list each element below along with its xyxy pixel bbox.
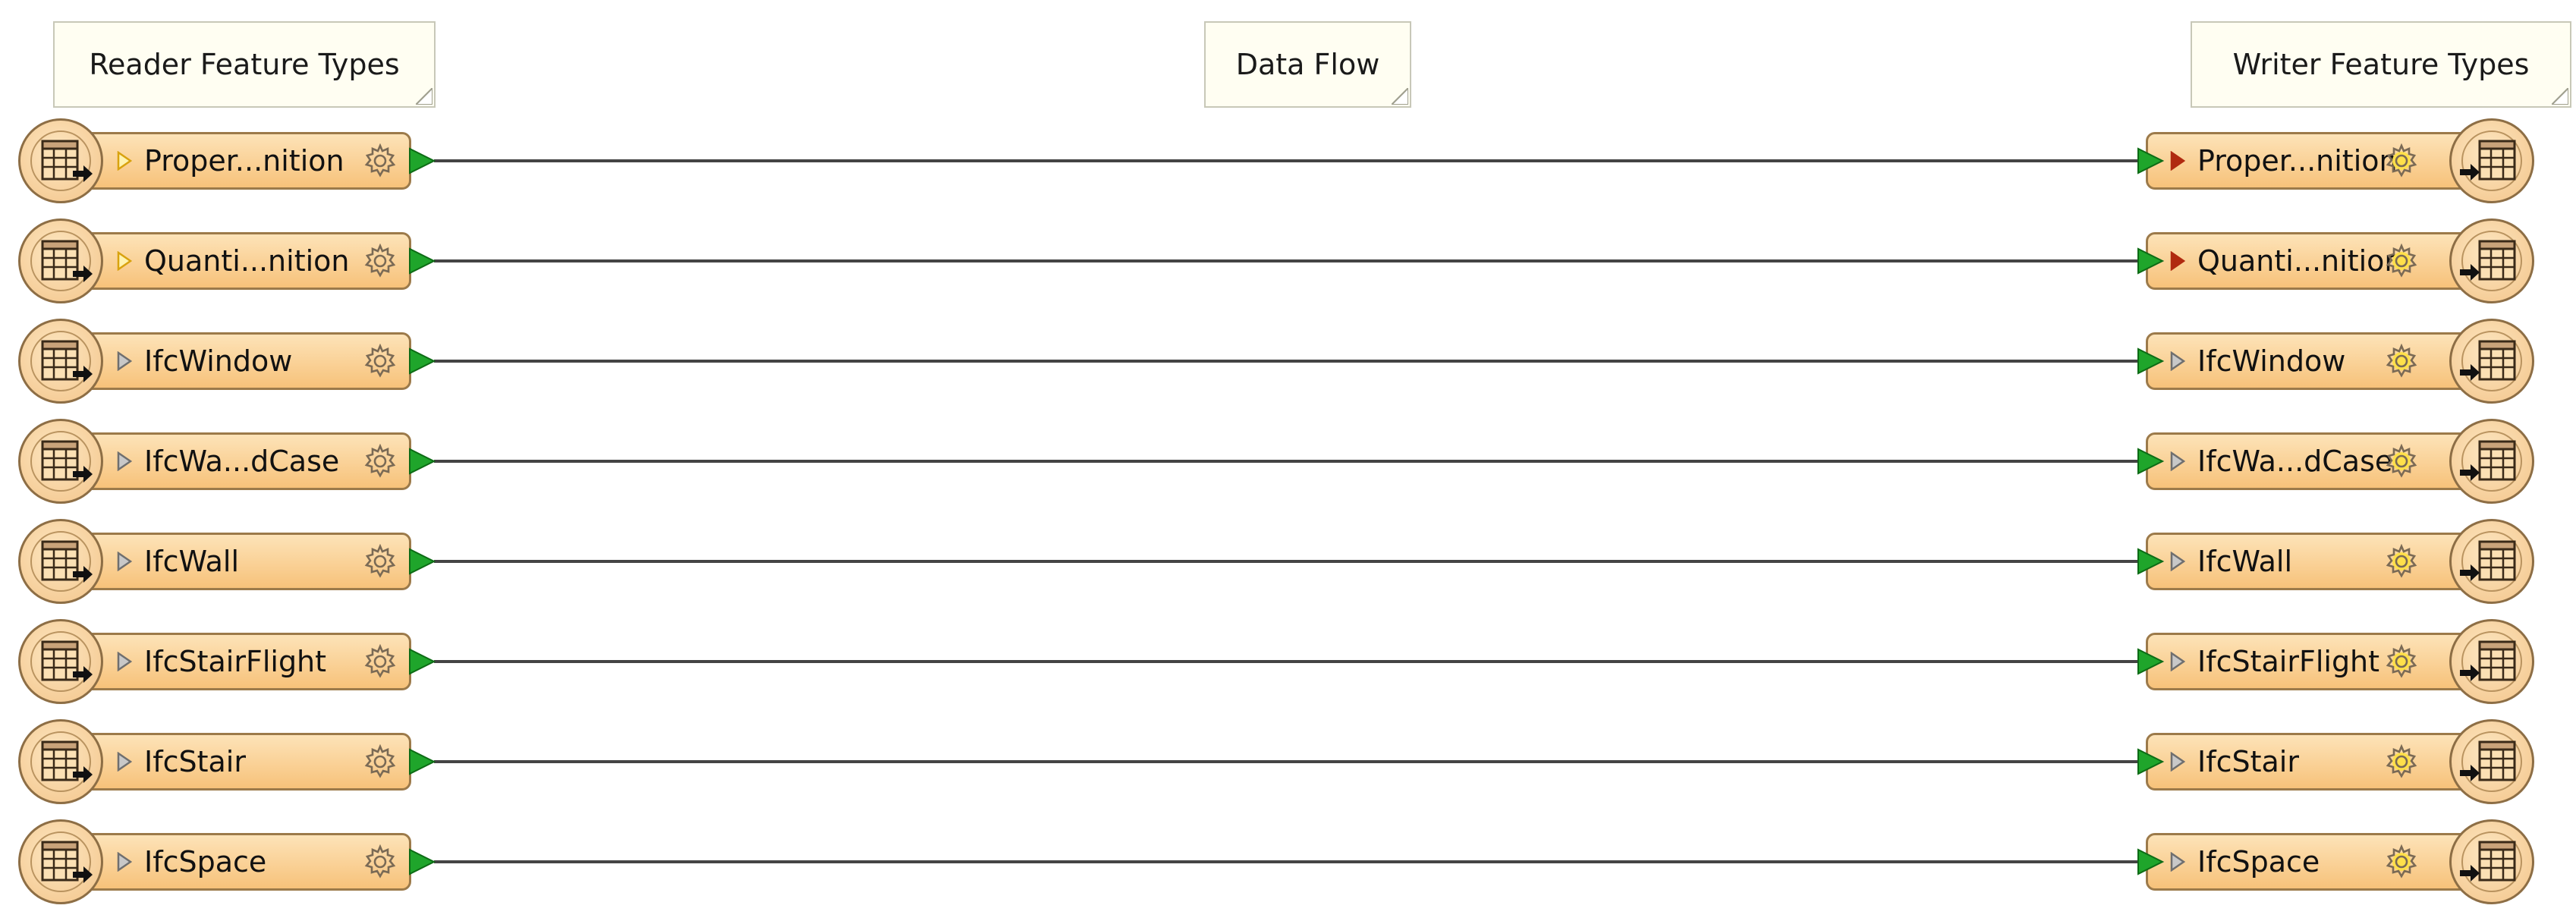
table-icon <box>2478 340 2518 382</box>
input-port-icon[interactable] <box>2135 346 2166 376</box>
writer-feature-type-label: IfcStair <box>2197 745 2299 778</box>
gear-icon[interactable] <box>2384 143 2419 178</box>
expand-triangle-icon[interactable] <box>117 551 133 572</box>
writer-feature-type-label: Proper...nition <box>2197 144 2398 178</box>
input-port-icon[interactable] <box>2135 847 2166 877</box>
expand-triangle-icon[interactable] <box>117 851 133 872</box>
expand-triangle-icon[interactable] <box>117 751 133 772</box>
expand-triangle-icon[interactable] <box>117 350 133 372</box>
input-port-icon[interactable] <box>2135 546 2166 577</box>
gear-icon[interactable] <box>2384 343 2419 379</box>
reader-feature-type-label: IfcWindow <box>144 344 293 378</box>
gear-icon[interactable] <box>2384 243 2419 278</box>
output-port-icon[interactable] <box>407 546 437 577</box>
arrow-in-icon <box>2458 763 2481 783</box>
arrow-out-icon <box>71 364 94 384</box>
writer-feature-type-label: IfcWa...dCase <box>2197 445 2393 478</box>
reader-feature-type-label: IfcStairFlight <box>144 645 327 678</box>
gear-icon[interactable] <box>2384 743 2419 779</box>
writer-feature-type[interactable] <box>2146 533 2469 590</box>
writer-feature-type-label: IfcStairFlight <box>2197 645 2380 678</box>
table-icon <box>2478 440 2518 483</box>
reader-feature-type-label: IfcSpace <box>144 845 267 879</box>
arrow-in-icon <box>2458 262 2481 282</box>
writer-feature-type-label: IfcWall <box>2197 545 2293 578</box>
table-icon <box>2478 841 2518 883</box>
arrow-in-icon <box>2458 463 2481 483</box>
expand-triangle-icon[interactable] <box>117 451 133 472</box>
gear-icon[interactable] <box>2384 443 2419 479</box>
writer-feature-type-label: IfcSpace <box>2197 845 2320 879</box>
table-icon <box>2478 240 2518 282</box>
gear-icon[interactable] <box>363 243 398 278</box>
expand-triangle-icon[interactable] <box>117 250 133 272</box>
arrow-in-icon <box>2458 563 2481 583</box>
arrow-out-icon <box>71 564 94 584</box>
input-port-icon[interactable] <box>2135 747 2166 777</box>
expand-triangle-icon[interactable] <box>117 150 133 171</box>
arrow-out-icon <box>71 264 94 284</box>
input-port-icon[interactable] <box>2135 146 2166 176</box>
output-port-icon[interactable] <box>407 146 437 176</box>
gear-icon[interactable] <box>363 343 398 379</box>
gear-icon[interactable] <box>363 443 398 479</box>
arrow-in-icon <box>2458 363 2481 382</box>
output-port-icon[interactable] <box>407 747 437 777</box>
gear-icon[interactable] <box>2384 543 2419 579</box>
reader-feature-type-label: IfcWa...dCase <box>144 445 340 478</box>
reader-feature-type-label: IfcStair <box>144 745 246 778</box>
writer-feature-type[interactable] <box>2146 733 2469 791</box>
expand-triangle-icon[interactable] <box>117 651 133 672</box>
gear-icon[interactable] <box>363 643 398 679</box>
output-port-icon[interactable] <box>407 646 437 677</box>
expand-triangle-icon[interactable] <box>2170 350 2186 372</box>
arrow-out-icon <box>71 164 94 184</box>
table-icon <box>2478 640 2518 683</box>
output-port-icon[interactable] <box>407 346 437 376</box>
output-port-icon[interactable] <box>407 246 437 276</box>
reader-feature-type-label: IfcWall <box>144 545 240 578</box>
gear-icon[interactable] <box>2384 844 2419 879</box>
expand-triangle-icon[interactable] <box>2170 751 2186 772</box>
output-port-icon[interactable] <box>407 446 437 476</box>
gear-icon[interactable] <box>363 844 398 879</box>
gear-icon[interactable] <box>363 143 398 178</box>
arrow-out-icon <box>71 665 94 684</box>
reader-feature-type-label: Proper...nition <box>144 144 344 178</box>
table-icon <box>2478 540 2518 583</box>
writer-feature-type-label: Quanti...nition <box>2197 244 2403 278</box>
arrow-in-icon <box>2458 162 2481 182</box>
arrow-in-icon <box>2458 663 2481 683</box>
expand-triangle-icon[interactable] <box>2170 451 2186 472</box>
workspace-canvas[interactable]: Proper...nition Proper...nition Quanti...n… <box>0 0 2576 921</box>
table-icon <box>2478 740 2518 783</box>
expand-triangle-icon[interactable] <box>2170 651 2186 672</box>
arrow-out-icon <box>71 865 94 885</box>
gear-icon[interactable] <box>363 743 398 779</box>
input-port-icon[interactable] <box>2135 646 2166 677</box>
table-icon <box>2478 140 2518 182</box>
gear-icon[interactable] <box>2384 643 2419 679</box>
expand-triangle-icon[interactable] <box>2170 551 2186 572</box>
expand-triangle-icon[interactable] <box>2170 851 2186 872</box>
arrow-in-icon <box>2458 863 2481 883</box>
writer-feature-type-label: IfcWindow <box>2197 344 2346 378</box>
output-port-icon[interactable] <box>407 847 437 877</box>
input-port-icon[interactable] <box>2135 246 2166 276</box>
arrow-out-icon <box>71 765 94 784</box>
input-port-icon[interactable] <box>2135 446 2166 476</box>
arrow-out-icon <box>71 464 94 484</box>
gear-icon[interactable] <box>363 543 398 579</box>
expand-triangle-icon[interactable] <box>2170 150 2186 171</box>
expand-triangle-icon[interactable] <box>2170 250 2186 272</box>
reader-feature-type-label: Quanti...nition <box>144 244 350 278</box>
